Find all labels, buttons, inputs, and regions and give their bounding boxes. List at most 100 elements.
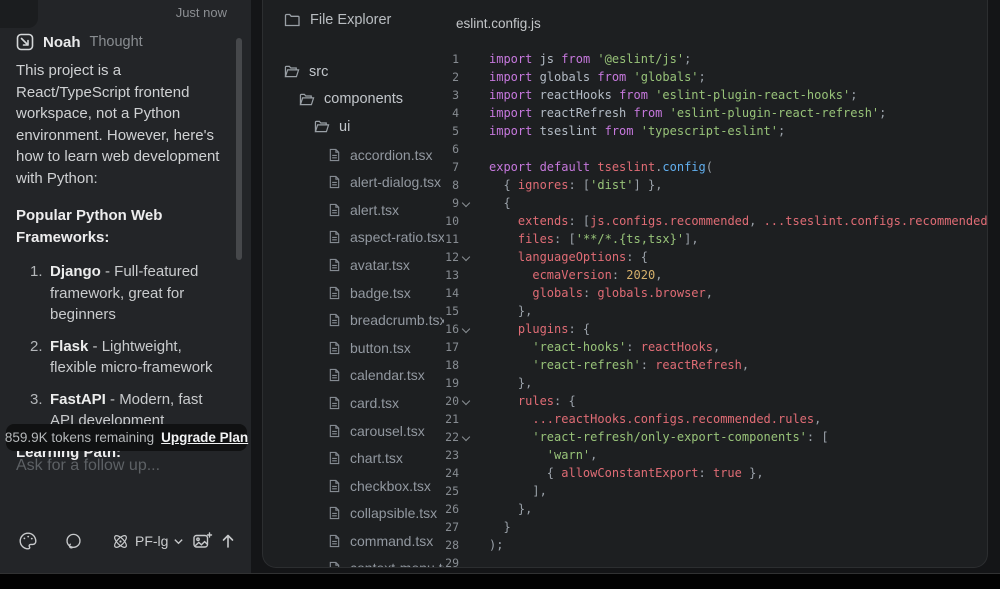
fold-chevron-icon[interactable] bbox=[459, 50, 473, 68]
code-line[interactable]: 22 'react-refresh/only-export-components… bbox=[431, 428, 981, 446]
file-icon bbox=[328, 203, 341, 217]
fold-chevron-icon[interactable] bbox=[459, 284, 473, 302]
code-line[interactable]: 6 bbox=[431, 140, 981, 158]
code-line[interactable]: 10 extends: [js.configs.recommended, ...… bbox=[431, 212, 981, 230]
message-paragraph: This project is a React/TypeScript front… bbox=[16, 60, 229, 189]
code-line[interactable]: 5 import tseslint from 'typescript-eslin… bbox=[431, 122, 981, 140]
open-folder-icon bbox=[314, 119, 330, 134]
line-number: 4 bbox=[431, 104, 459, 122]
fold-chevron-icon[interactable] bbox=[459, 338, 473, 356]
arrow-up-icon bbox=[219, 532, 237, 550]
code-line[interactable]: 8 { ignores: ['dist'] }, bbox=[431, 176, 981, 194]
followup-input[interactable] bbox=[14, 456, 233, 476]
globe-icon[interactable] bbox=[64, 532, 83, 551]
code-line[interactable]: 23 'warn', bbox=[431, 446, 981, 464]
fold-chevron-icon[interactable] bbox=[459, 500, 473, 518]
file-icon bbox=[328, 561, 341, 568]
fold-chevron-icon[interactable] bbox=[459, 518, 473, 536]
fold-chevron-icon[interactable] bbox=[459, 230, 473, 248]
line-number: 27 bbox=[431, 518, 459, 536]
chat-scrollbar[interactable] bbox=[236, 38, 242, 260]
code-line[interactable]: 14 globals: globals.browser, bbox=[431, 284, 981, 302]
fold-chevron-icon[interactable] bbox=[459, 104, 473, 122]
code-line[interactable]: 16 plugins: { bbox=[431, 320, 981, 338]
fold-chevron-icon[interactable] bbox=[459, 212, 473, 230]
file-icon bbox=[328, 341, 341, 355]
code-line[interactable]: 18 'react-refresh': reactRefresh, bbox=[431, 356, 981, 374]
line-number: 16 bbox=[431, 320, 459, 338]
code-line[interactable]: 2 import globals from 'globals'; bbox=[431, 68, 981, 86]
code-line[interactable]: 19 }, bbox=[431, 374, 981, 392]
line-number: 12 bbox=[431, 248, 459, 266]
line-number: 13 bbox=[431, 266, 459, 284]
line-number: 3 bbox=[431, 86, 459, 104]
send-button[interactable] bbox=[219, 532, 237, 550]
fold-chevron-icon[interactable] bbox=[459, 320, 473, 338]
fold-chevron-icon[interactable] bbox=[459, 554, 473, 568]
code-line[interactable]: 17 'react-hooks': reactHooks, bbox=[431, 338, 981, 356]
fold-chevron-icon[interactable] bbox=[459, 410, 473, 428]
code-line[interactable]: 11 files: ['**/*.{ts,tsx}'], bbox=[431, 230, 981, 248]
fold-chevron-icon[interactable] bbox=[459, 140, 473, 158]
file-icon bbox=[328, 230, 341, 244]
line-number: 11 bbox=[431, 230, 459, 248]
fold-chevron-icon[interactable] bbox=[459, 194, 473, 212]
chat-panel: Just now Noah Thought This project is a … bbox=[0, 0, 251, 574]
code-editor[interactable]: 1 import js from '@eslint/js'; 2 import … bbox=[431, 50, 981, 568]
message-body: This project is a React/TypeScript front… bbox=[16, 60, 229, 476]
tab-eslint-config[interactable]: eslint.config.js bbox=[456, 16, 541, 31]
fold-chevron-icon[interactable] bbox=[459, 374, 473, 392]
fold-chevron-icon[interactable] bbox=[459, 482, 473, 500]
code-line[interactable]: 15 }, bbox=[431, 302, 981, 320]
fold-chevron-icon[interactable] bbox=[459, 248, 473, 266]
fold-chevron-icon[interactable] bbox=[459, 122, 473, 140]
fold-chevron-icon[interactable] bbox=[459, 392, 473, 410]
code-line[interactable]: 12 languageOptions: { bbox=[431, 248, 981, 266]
fold-chevron-icon[interactable] bbox=[459, 68, 473, 86]
code-line[interactable]: 4 import reactRefresh from 'eslint-plugi… bbox=[431, 104, 981, 122]
code-line[interactable]: 3 import reactHooks from 'eslint-plugin-… bbox=[431, 86, 981, 104]
sender-name: Noah bbox=[43, 34, 81, 51]
fold-chevron-icon[interactable] bbox=[459, 176, 473, 194]
code-line[interactable]: 1 import js from '@eslint/js'; bbox=[431, 50, 981, 68]
line-number: 24 bbox=[431, 464, 459, 482]
line-number: 2 bbox=[431, 68, 459, 86]
taskbar-strip bbox=[0, 573, 1000, 589]
code-line[interactable]: 20 rules: { bbox=[431, 392, 981, 410]
line-number: 25 bbox=[431, 482, 459, 500]
image-add-icon[interactable] bbox=[192, 531, 213, 551]
fold-chevron-icon[interactable] bbox=[459, 536, 473, 554]
fold-chevron-icon[interactable] bbox=[459, 356, 473, 374]
line-number: 7 bbox=[431, 158, 459, 176]
code-line[interactable]: 9 { bbox=[431, 194, 981, 212]
code-line[interactable]: 7 export default tseslint.config( bbox=[431, 158, 981, 176]
code-line[interactable]: 26 }, bbox=[431, 500, 981, 518]
fold-chevron-icon[interactable] bbox=[459, 302, 473, 320]
fold-chevron-icon[interactable] bbox=[459, 464, 473, 482]
upgrade-plan-link[interactable]: Upgrade Plan bbox=[161, 430, 248, 445]
model-label: PF-lg bbox=[135, 533, 168, 549]
file-icon bbox=[328, 506, 341, 520]
code-line[interactable]: 24 { allowConstantExport: true }, bbox=[431, 464, 981, 482]
model-selector[interactable]: PF-lg bbox=[111, 532, 184, 551]
fold-chevron-icon[interactable] bbox=[459, 446, 473, 464]
code-line[interactable]: 25 ], bbox=[431, 482, 981, 500]
palette-icon[interactable] bbox=[18, 531, 38, 551]
code-line[interactable]: 13 ecmaVersion: 2020, bbox=[431, 266, 981, 284]
open-folder-icon bbox=[284, 64, 300, 79]
fold-chevron-icon[interactable] bbox=[459, 158, 473, 176]
code-line[interactable]: 27 } bbox=[431, 518, 981, 536]
code-line[interactable]: 28 ); bbox=[431, 536, 981, 554]
thought-badge[interactable]: Thought bbox=[90, 34, 143, 50]
file-icon bbox=[328, 424, 341, 438]
line-number: 10 bbox=[431, 212, 459, 230]
composer-toolbar: PF-lg bbox=[18, 528, 237, 554]
file-icon bbox=[328, 313, 341, 327]
code-line[interactable]: 29 bbox=[431, 554, 981, 568]
line-number: 21 bbox=[431, 410, 459, 428]
fold-chevron-icon[interactable] bbox=[459, 266, 473, 284]
fold-chevron-icon[interactable] bbox=[459, 428, 473, 446]
fold-chevron-icon[interactable] bbox=[459, 86, 473, 104]
line-number: 26 bbox=[431, 500, 459, 518]
code-line[interactable]: 21 ...reactHooks.configs.recommended.rul… bbox=[431, 410, 981, 428]
